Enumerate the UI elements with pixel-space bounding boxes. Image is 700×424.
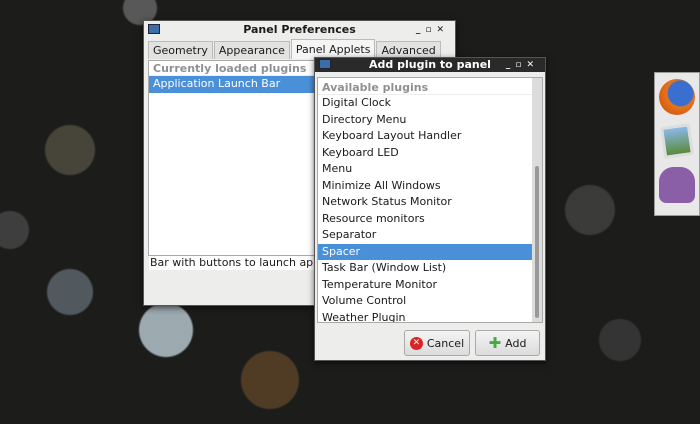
list-item[interactable]: Keyboard Layout Handler	[318, 128, 532, 145]
list-item[interactable]: Digital Clock	[318, 95, 532, 112]
firefox-icon[interactable]	[659, 79, 695, 115]
title-bar[interactable]: Panel Preferences _▫✕	[144, 21, 455, 39]
monitor-icon	[148, 24, 160, 34]
add-label: Add	[505, 336, 527, 350]
dialog-title: Add plugin to panel	[369, 58, 491, 71]
available-plugins-list[interactable]: Available plugins Digital Clock Directory…	[317, 77, 543, 323]
list-item[interactable]: Task Bar (Window List)	[318, 260, 532, 277]
tab-geometry[interactable]: Geometry	[148, 41, 213, 59]
tab-panel-applets[interactable]: Panel Applets	[290, 39, 376, 59]
title-bar[interactable]: Add plugin to panel _▫✕	[315, 58, 545, 72]
list-item[interactable]: Spacer	[318, 243, 532, 260]
list-item[interactable]: Temperature Monitor	[318, 277, 532, 294]
window-title: Panel Preferences	[243, 23, 356, 36]
list-item[interactable]: Application Launch Bar	[149, 76, 317, 93]
image-viewer-icon[interactable]	[659, 123, 695, 159]
scrollbar[interactable]	[532, 78, 542, 322]
cancel-icon: ✕	[409, 336, 423, 350]
cancel-label: Cancel	[426, 336, 465, 350]
window-controls[interactable]: _▫✕	[506, 58, 539, 72]
list-item[interactable]: Keyboard LED	[318, 145, 532, 162]
list-item[interactable]: Separator	[318, 227, 532, 244]
list-header: Available plugins	[318, 80, 542, 95]
list-item[interactable]: Menu	[318, 161, 532, 178]
cancel-button[interactable]: ✕ Cancel	[404, 330, 470, 356]
scrollbar-thumb[interactable]	[535, 166, 539, 318]
list-item[interactable]: Network Status Monitor	[318, 194, 532, 211]
list-item[interactable]: Minimize All Windows	[318, 178, 532, 195]
monitor-icon	[319, 59, 331, 69]
plus-icon: ✚	[488, 334, 502, 352]
plugin-description: Bar with buttons to launch applicati	[149, 256, 317, 270]
loaded-plugins-list[interactable]: Currently loaded plugins Application Lau…	[148, 60, 318, 256]
list-header: Currently loaded plugins	[149, 61, 317, 76]
window-controls[interactable]: _▫✕	[416, 21, 449, 39]
add-plugin-dialog: Add plugin to panel _▫✕ Available plugin…	[314, 57, 546, 361]
add-button[interactable]: ✚ Add	[475, 330, 540, 356]
list-item[interactable]: Weather Plugin	[318, 310, 532, 323]
tab-appearance[interactable]: Appearance	[213, 41, 290, 59]
list-item[interactable]: Resource monitors	[318, 211, 532, 228]
pidgin-icon[interactable]	[659, 167, 695, 203]
list-item[interactable]: Volume Control	[318, 293, 532, 310]
list-item[interactable]: Directory Menu	[318, 112, 532, 129]
launcher-dock	[654, 72, 700, 216]
